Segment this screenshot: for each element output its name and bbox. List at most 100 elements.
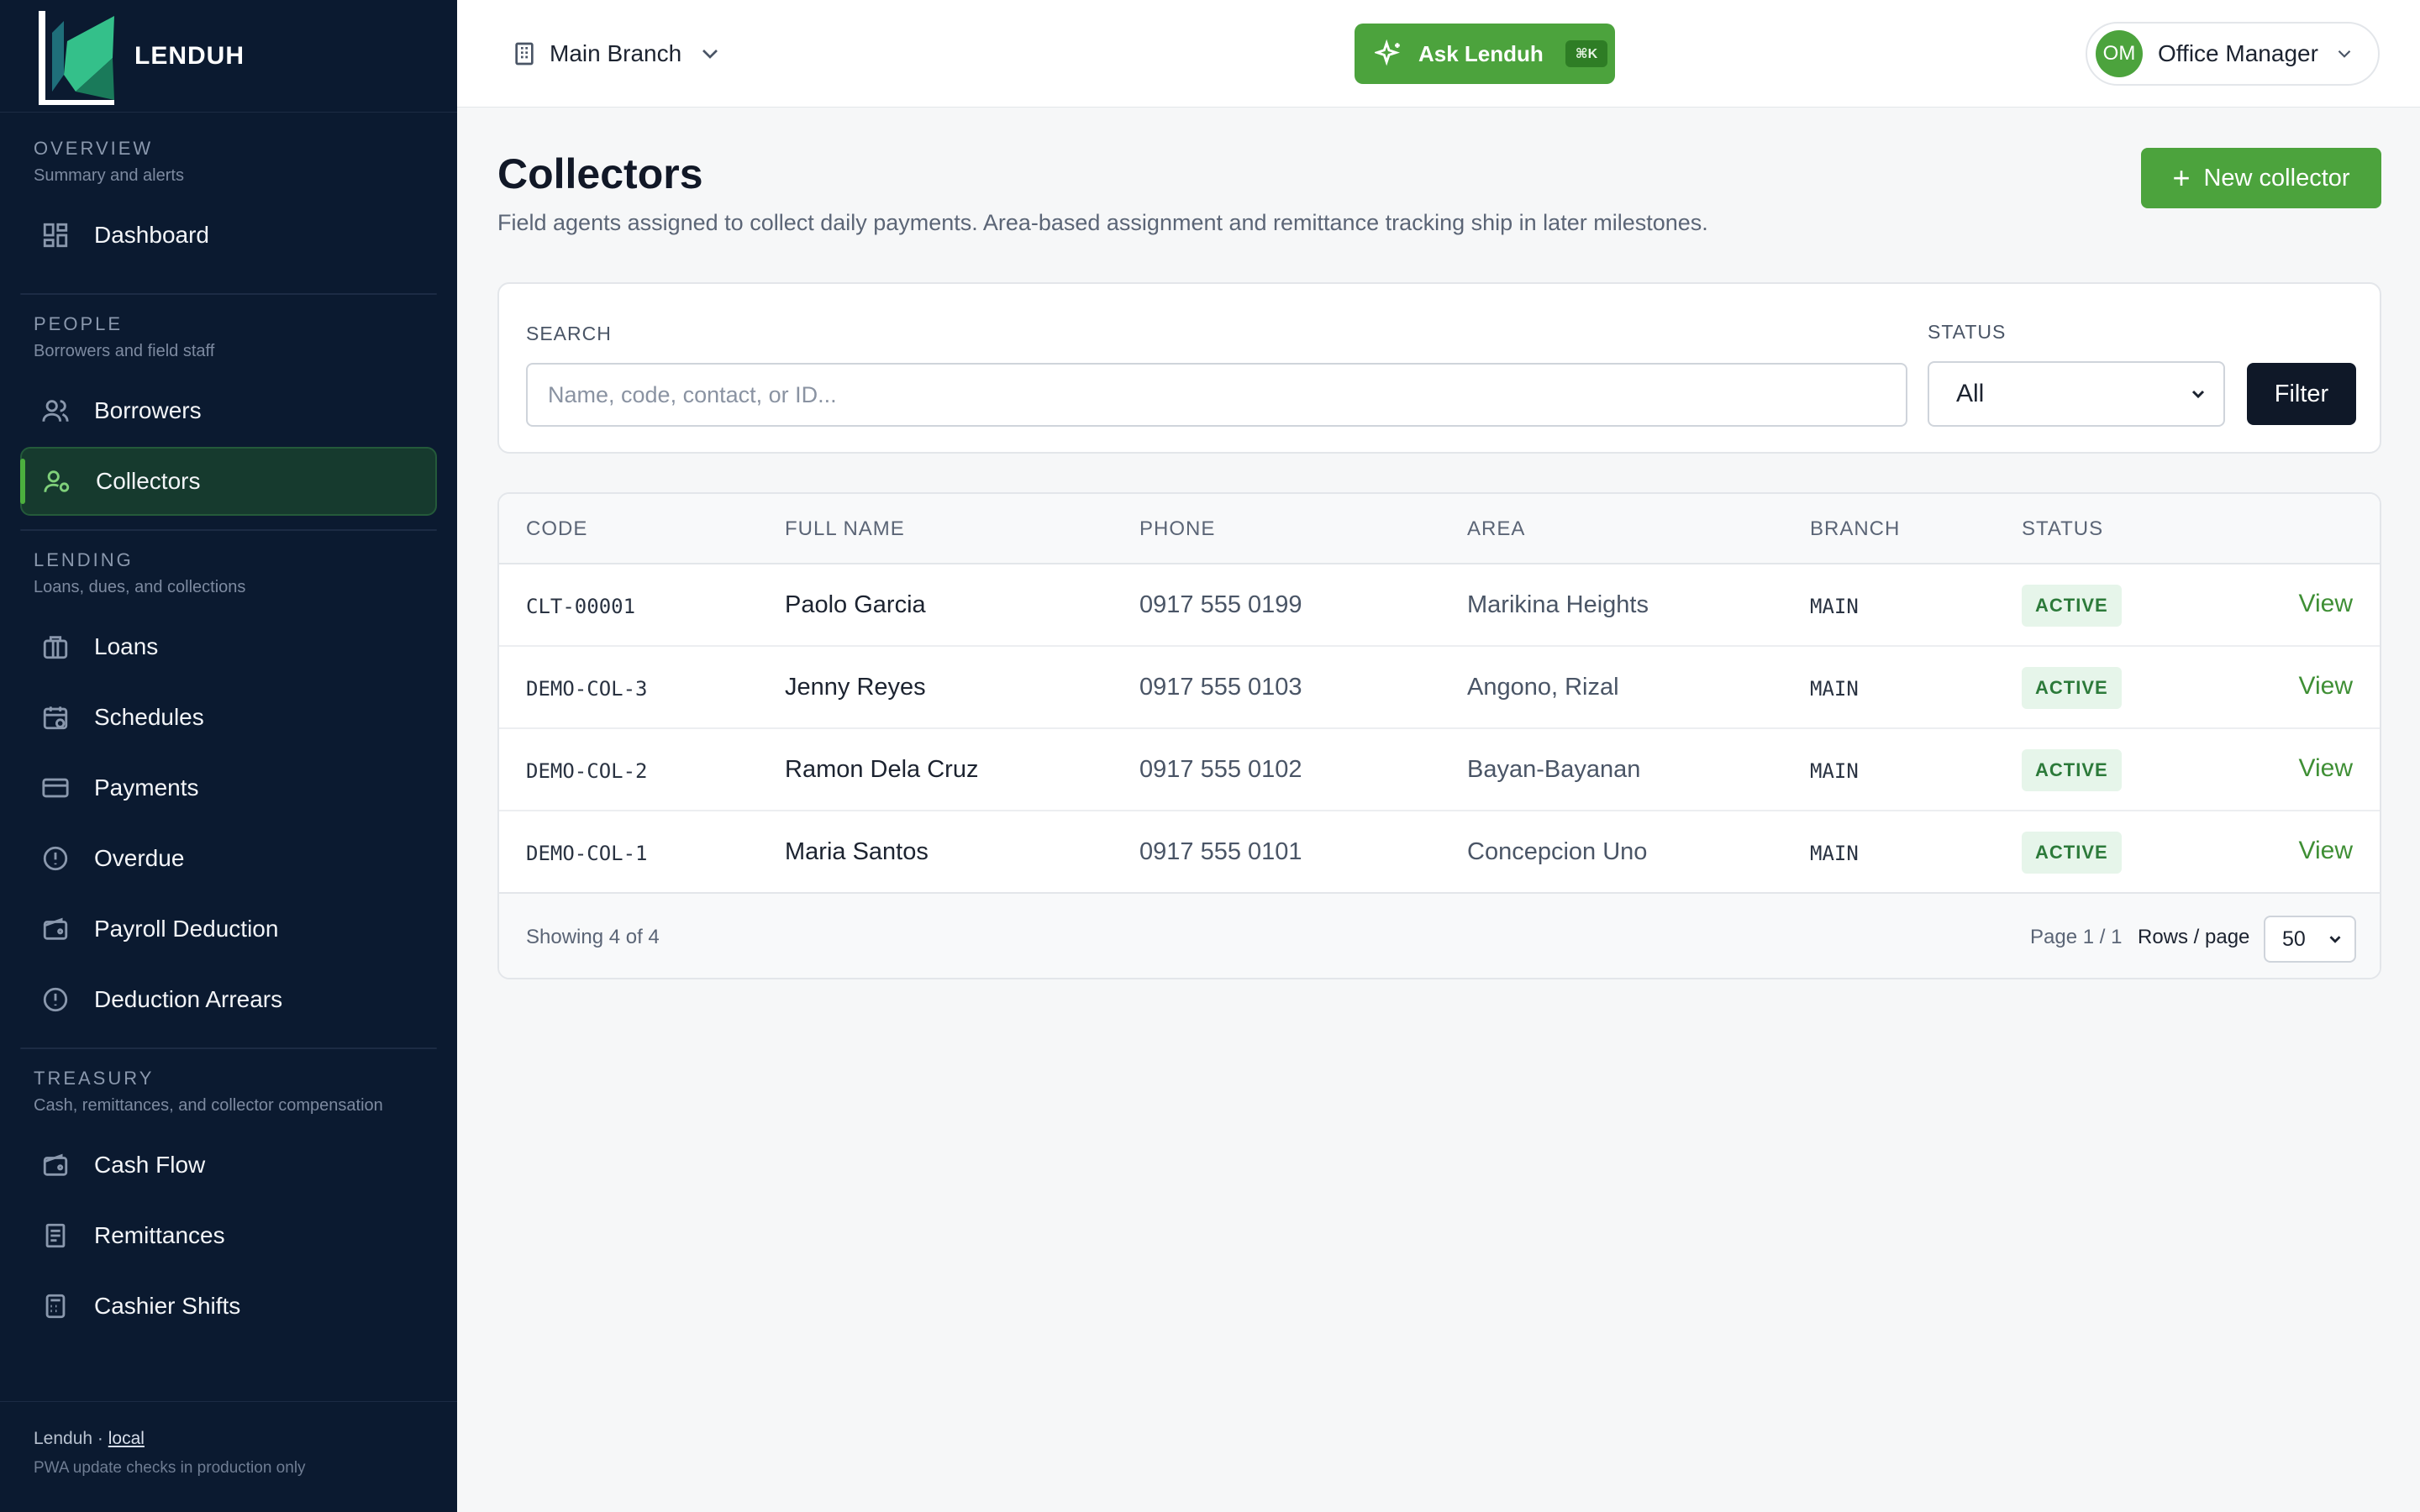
cell-phone: 0917 555 0102 — [1139, 756, 1302, 783]
user-name: Office Manager — [2158, 40, 2318, 66]
search-input[interactable] — [526, 363, 1907, 427]
sidebar-item-cash-flow[interactable]: Cash Flow — [20, 1131, 437, 1200]
filter-card: SEARCH STATUS All Filter — [497, 282, 2381, 454]
sidebar-item-overdue[interactable]: Overdue — [20, 824, 437, 893]
footer-separator: · — [92, 1429, 108, 1448]
table-footer: Showing 4 of 4 Page 1 / 1 Rows / page 50 — [499, 894, 2380, 978]
table-row: DEMO-COL-1 Maria Santos 0917 555 0101 Co… — [499, 811, 2380, 894]
status-badge: ACTIVE — [2022, 832, 2122, 874]
rows-per-page-label: Rows / page — [2138, 926, 2250, 948]
cell-area: Bayan-Bayanan — [1467, 756, 1641, 783]
view-link[interactable]: View — [2299, 754, 2353, 783]
cell-code: DEMO-COL-3 — [526, 677, 648, 701]
plus-icon: + — [2172, 160, 2191, 195]
cell-phone: 0917 555 0199 — [1139, 591, 1302, 618]
new-collector-label: New collector — [2203, 164, 2350, 192]
column-header: STATUS — [2022, 517, 2104, 540]
collectors-table: CODE FULL NAME PHONE AREA BRANCH STATUS … — [497, 492, 2381, 979]
status-label: STATUS — [1928, 321, 2007, 343]
cell-code: DEMO-COL-1 — [526, 842, 648, 865]
section-subtitle: Loans, dues, and collections — [34, 578, 246, 596]
rows-per-page-value: 50 — [2282, 927, 2306, 951]
section-title: OVERVIEW — [34, 138, 154, 159]
sidebar-item-label: Collectors — [96, 468, 201, 494]
section-people: PEOPLE Borrowers and field staff Borrowe… — [0, 302, 457, 516]
table-header: CODE FULL NAME PHONE AREA BRANCH STATUS — [499, 494, 2380, 564]
wallet-icon — [40, 1150, 71, 1180]
page-title: Collectors — [497, 150, 703, 197]
view-link[interactable]: View — [2299, 837, 2353, 865]
ask-lenduh-button[interactable]: Ask Lenduh ⌘K — [1355, 24, 1615, 84]
column-header: BRANCH — [1810, 517, 1901, 540]
showing-count: Showing 4 of 4 — [526, 926, 660, 948]
cell-area: Marikina Heights — [1467, 591, 1649, 618]
filter-button[interactable]: Filter — [2247, 363, 2356, 425]
page-description: Field agents assigned to collect daily p… — [497, 210, 1708, 235]
sidebar-item-label: Cashier Shifts — [94, 1293, 241, 1319]
status-badge: ACTIVE — [2022, 585, 2122, 627]
user-gear-icon — [42, 466, 72, 496]
cell-name: Maria Santos — [785, 838, 929, 865]
divider — [20, 1047, 437, 1049]
receipt-icon — [40, 1221, 71, 1251]
column-header: FULL NAME — [785, 517, 905, 540]
sidebar-item-collectors[interactable]: Collectors — [20, 447, 437, 516]
sidebar-item-payments[interactable]: Payments — [20, 753, 437, 822]
page-info: Page 1 / 1 — [2030, 926, 2123, 948]
sidebar-item-borrowers[interactable]: Borrowers — [20, 376, 437, 445]
cell-name: Paolo Garcia — [785, 591, 926, 618]
briefcase-icon — [40, 632, 71, 662]
column-header: AREA — [1467, 517, 1526, 540]
footer-app-name: Lenduh — [34, 1429, 93, 1448]
branch-name: Main Branch — [550, 39, 682, 66]
building-icon — [515, 42, 534, 65]
status-select[interactable]: All — [1928, 361, 2225, 427]
section-subtitle: Borrowers and field staff — [34, 342, 215, 360]
sidebar-item-schedules[interactable]: Schedules — [20, 683, 437, 752]
section-subtitle: Summary and alerts — [34, 166, 184, 185]
sidebar-item-dashboard[interactable]: Dashboard — [20, 201, 437, 270]
brand[interactable]: LENDUH — [0, 0, 457, 113]
sidebar-item-payroll-deduction[interactable]: Payroll Deduction — [20, 895, 437, 963]
footer-env-link[interactable]: local — [108, 1429, 145, 1448]
users-icon — [40, 396, 71, 426]
cell-code: CLT-00001 — [526, 595, 636, 618]
sidebar-item-deduction-arrears[interactable]: Deduction Arrears — [20, 965, 437, 1034]
rows-per-page-select[interactable]: 50 — [2264, 916, 2356, 963]
alert-circle-icon — [40, 843, 71, 874]
credit-card-icon — [40, 773, 71, 803]
sidebar-item-label: Borrowers — [94, 397, 202, 423]
sidebar-item-label: Schedules — [94, 704, 204, 730]
sidebar-item-remittances[interactable]: Remittances — [20, 1201, 437, 1270]
sidebar-item-cashier-shifts[interactable]: Cashier Shifts — [20, 1272, 437, 1341]
chevron-down-icon — [2338, 50, 2351, 58]
cell-branch: MAIN — [1810, 842, 1859, 865]
section-title: LENDING — [34, 549, 134, 570]
cell-area: Concepcion Uno — [1467, 838, 1648, 865]
branch-selector[interactable]: Main Branch — [511, 40, 723, 67]
cell-name: Jenny Reyes — [785, 674, 926, 701]
cell-branch: MAIN — [1810, 595, 1859, 618]
section-lending: LENDING Loans, dues, and collections Loa… — [0, 538, 457, 1034]
sidebar-item-loans[interactable]: Loans — [20, 612, 437, 681]
ask-lenduh-label: Ask Lenduh — [1418, 40, 1544, 66]
sparkle-icon — [1375, 39, 1400, 66]
view-link[interactable]: View — [2299, 672, 2353, 701]
cell-phone: 0917 555 0101 — [1139, 838, 1302, 865]
sidebar-item-label: Loans — [94, 633, 159, 659]
view-link[interactable]: View — [2299, 590, 2353, 618]
sidebar-item-label: Remittances — [94, 1222, 225, 1248]
cell-phone: 0917 555 0103 — [1139, 674, 1302, 701]
sidebar: LENDUH OVERVIEW Summary and alerts Dashb… — [0, 0, 457, 1512]
new-collector-button[interactable]: + New collector — [2141, 148, 2381, 208]
section-title: TREASURY — [34, 1068, 155, 1089]
section-title: PEOPLE — [34, 313, 124, 334]
table-row: DEMO-COL-3 Jenny Reyes 0917 555 0103 Ang… — [499, 647, 2380, 729]
table-row: CLT-00001 Paolo Garcia 0917 555 0199 Mar… — [499, 564, 2380, 647]
column-header: CODE — [526, 517, 588, 540]
sidebar-item-label: Dashboard — [94, 222, 209, 248]
divider — [20, 529, 437, 531]
user-menu[interactable]: OM Office Manager — [2086, 22, 2380, 86]
status-select-value: All — [1956, 380, 1985, 407]
cell-name: Ramon Dela Cruz — [785, 756, 979, 783]
